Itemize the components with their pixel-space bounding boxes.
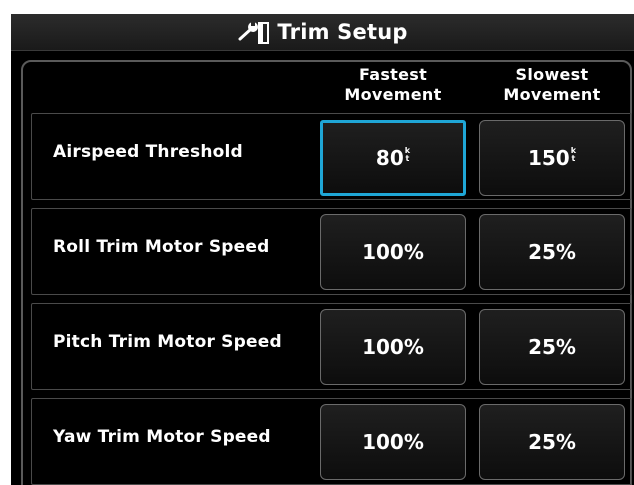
airspeed-threshold-label: Airspeed Threshold (53, 142, 243, 162)
slowest-movement-label: Slowest Movement (503, 65, 601, 104)
title-bar: Trim Setup (11, 14, 634, 51)
fastest-movement-header: Fastest Movement (318, 65, 468, 105)
yaw-trim-motor-speed-row: Yaw Trim Motor Speed 100% 25% (31, 398, 632, 485)
knots-unit: kt (570, 146, 577, 163)
knots-unit: kt (404, 146, 411, 163)
airspeed-threshold-row: Airspeed Threshold 80 kt 150 kt (31, 113, 632, 200)
airspeed-threshold-slowest-value: 150 (527, 146, 570, 170)
pitch-trim-fastest-value: 100% (362, 335, 424, 359)
yaw-trim-fastest-value: 100% (362, 430, 424, 454)
roll-trim-fastest-value: 100% (362, 240, 424, 264)
page-title: Trim Setup (277, 20, 408, 44)
fastest-movement-label: Fastest Movement (344, 65, 442, 104)
wrench-trim-icon (238, 21, 270, 44)
airspeed-threshold-slowest-button[interactable]: 150 kt (479, 120, 625, 196)
pitch-trim-slowest-button[interactable]: 25% (479, 309, 625, 385)
yaw-trim-motor-speed-label: Yaw Trim Motor Speed (53, 427, 271, 447)
airspeed-threshold-fastest-value: 80 (375, 146, 404, 170)
yaw-trim-fastest-button[interactable]: 100% (320, 404, 466, 480)
roll-trim-fastest-button[interactable]: 100% (320, 214, 466, 290)
airspeed-threshold-fastest-button[interactable]: 80 kt (320, 120, 466, 196)
roll-trim-motor-speed-label: Roll Trim Motor Speed (53, 237, 270, 257)
trim-setup-screen: Trim Setup Fastest Movement Slowest Move… (11, 14, 634, 485)
roll-trim-slowest-button[interactable]: 25% (479, 214, 625, 290)
pitch-trim-motor-speed-label: Pitch Trim Motor Speed (53, 332, 282, 352)
pitch-trim-slowest-value: 25% (528, 335, 576, 359)
yaw-trim-slowest-button[interactable]: 25% (479, 404, 625, 480)
slowest-movement-header: Slowest Movement (477, 65, 627, 105)
pitch-trim-fastest-button[interactable]: 100% (320, 309, 466, 385)
yaw-trim-slowest-value: 25% (528, 430, 576, 454)
pitch-trim-motor-speed-row: Pitch Trim Motor Speed 100% 25% (31, 303, 632, 390)
roll-trim-slowest-value: 25% (528, 240, 576, 264)
roll-trim-motor-speed-row: Roll Trim Motor Speed 100% 25% (31, 208, 632, 295)
